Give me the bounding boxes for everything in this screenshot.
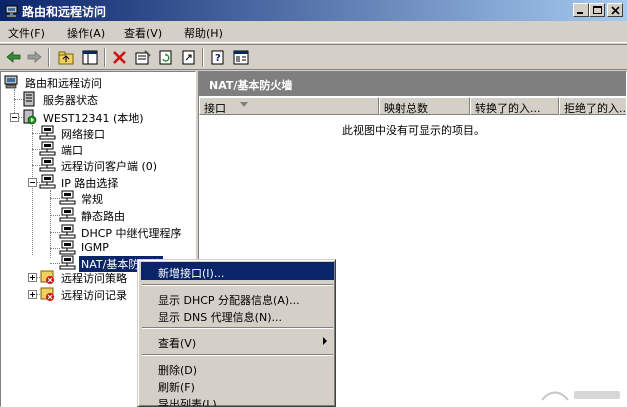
menu-bar: 文件(F) 操作(A) 查看(V) 帮助(H) — [0, 21, 627, 43]
menu-file[interactable]: 文件(F) — [8, 25, 45, 41]
tree-label: 网络接口 — [61, 128, 105, 141]
close-icon — [611, 6, 620, 15]
static-routes-icon — [59, 207, 76, 222]
up-one-level-button[interactable] — [56, 48, 76, 67]
tree-label: 远程访问客户端 (0) — [61, 160, 158, 173]
menu-separator — [142, 354, 333, 356]
general-icon — [59, 190, 76, 205]
help-button[interactable]: ? — [208, 48, 228, 67]
window-title: 路由和远程访问 — [22, 5, 107, 19]
remote-clients-icon — [39, 157, 56, 172]
expand-remote-policies-toggle[interactable] — [28, 273, 37, 282]
toolbar-separator — [202, 48, 204, 67]
server-running-icon — [23, 109, 37, 125]
tree-label: 静态路由 — [81, 210, 125, 223]
column-header-interface[interactable]: 接口 — [199, 97, 379, 115]
server-status-icon — [23, 91, 35, 107]
menu-view[interactable]: 查看(V) — [124, 25, 162, 41]
svg-text:?: ? — [215, 53, 221, 64]
menu-show-dns-proxy[interactable]: 显示 DNS 代理信息(N)... — [141, 306, 334, 324]
menu-show-dhcp-allocator[interactable]: 显示 DHCP 分配器信息(A)... — [141, 289, 334, 307]
tree-label: WEST12341 (本地) — [43, 112, 144, 125]
menu-action[interactable]: 操作(A) — [67, 25, 105, 41]
toolbar-separator — [104, 48, 106, 67]
console-icon — [233, 50, 249, 65]
refresh-button[interactable] — [156, 48, 176, 67]
collapse-ip-routing-toggle[interactable] — [28, 178, 37, 187]
delete-button[interactable] — [110, 48, 130, 67]
collapse-server-toggle[interactable] — [10, 113, 19, 122]
sort-arrow-icon — [240, 102, 248, 107]
console-button[interactable] — [231, 48, 251, 67]
forward-button[interactable] — [24, 48, 44, 67]
export-list-button[interactable] — [179, 48, 199, 67]
up-folder-icon — [58, 51, 74, 65]
menu-separator — [142, 327, 333, 329]
toolbar: ? — [0, 44, 627, 70]
minimize-button[interactable] — [573, 3, 589, 17]
back-arrow-icon — [6, 51, 21, 63]
details-title: NAT/基本防火墙 — [209, 79, 293, 92]
tree-label: IGMP — [81, 241, 109, 254]
ports-icon — [39, 141, 56, 156]
tree-line — [32, 125, 33, 255]
column-headers: 接口 映射总数 转换了的入... 拒绝了的入... — [199, 97, 626, 115]
menu-help[interactable]: 帮助(H) — [184, 25, 223, 41]
network-interface-icon — [39, 125, 56, 140]
tree-label: DHCP 中继代理程序 — [81, 227, 182, 240]
column-header-inbound-rejected[interactable]: 拒绝了的入... — [559, 97, 626, 115]
remote-policies-icon — [40, 270, 54, 284]
ip-routing-icon — [39, 174, 56, 189]
menu-new-interface[interactable]: 新增接口(I)... — [141, 262, 334, 280]
tree-label: IP 路由选择 — [61, 177, 119, 190]
tree-label: 服务器状态 — [43, 94, 98, 107]
export-list-icon — [182, 50, 195, 65]
menu-view-submenu[interactable]: 查看(V) — [141, 332, 334, 350]
tree-label: 远程访问策略 — [61, 272, 127, 285]
submenu-arrow-icon — [323, 337, 327, 345]
column-header-inbound-translated[interactable]: 转换了的入... — [470, 97, 559, 115]
maximize-button[interactable] — [589, 3, 605, 17]
routing-app-icon — [5, 5, 18, 17]
empty-list-message: 此视图中没有可显示的项目。 — [342, 124, 485, 137]
forward-arrow-icon — [27, 51, 42, 63]
delete-icon — [113, 51, 126, 64]
back-button[interactable] — [4, 48, 24, 67]
menu-refresh[interactable]: 刷新(F) — [141, 376, 334, 394]
dhcp-relay-icon — [59, 224, 76, 239]
refresh-icon — [159, 50, 172, 65]
column-header-mappings[interactable]: 映射总数 — [379, 97, 470, 115]
properties-button[interactable] — [133, 48, 153, 67]
title-bar: 路由和远程访问 — [0, 0, 627, 21]
close-button[interactable] — [607, 3, 623, 17]
tree-label: 路由和远程访问 — [25, 77, 102, 90]
menu-export-list[interactable]: 导出列表(L)... — [141, 393, 334, 406]
minimize-icon — [577, 12, 583, 14]
expand-remote-logging-toggle[interactable] — [28, 290, 37, 299]
remote-logging-icon — [40, 287, 54, 301]
menu-delete[interactable]: 删除(D) — [141, 359, 334, 377]
toolbar-separator — [48, 48, 50, 67]
nat-firewall-icon — [59, 255, 76, 270]
show-hide-tree-button[interactable] — [80, 48, 100, 67]
properties-icon — [135, 50, 151, 65]
maximize-icon — [593, 6, 602, 14]
tree-label: 端口 — [61, 144, 83, 157]
help-icon: ? — [211, 50, 224, 65]
routing-computer-icon — [4, 75, 18, 89]
watermark-logo — [541, 391, 620, 401]
tree-label: 远程访问记录 — [61, 289, 127, 302]
igmp-icon — [59, 240, 76, 255]
tree-label: 常规 — [81, 193, 103, 206]
context-menu: 新增接口(I)... 显示 DHCP 分配器信息(A)... 显示 DNS 代理… — [137, 259, 336, 407]
show-hide-tree-icon — [82, 50, 98, 65]
details-header: NAT/基本防火墙 — [199, 72, 626, 96]
menu-separator — [142, 284, 333, 286]
